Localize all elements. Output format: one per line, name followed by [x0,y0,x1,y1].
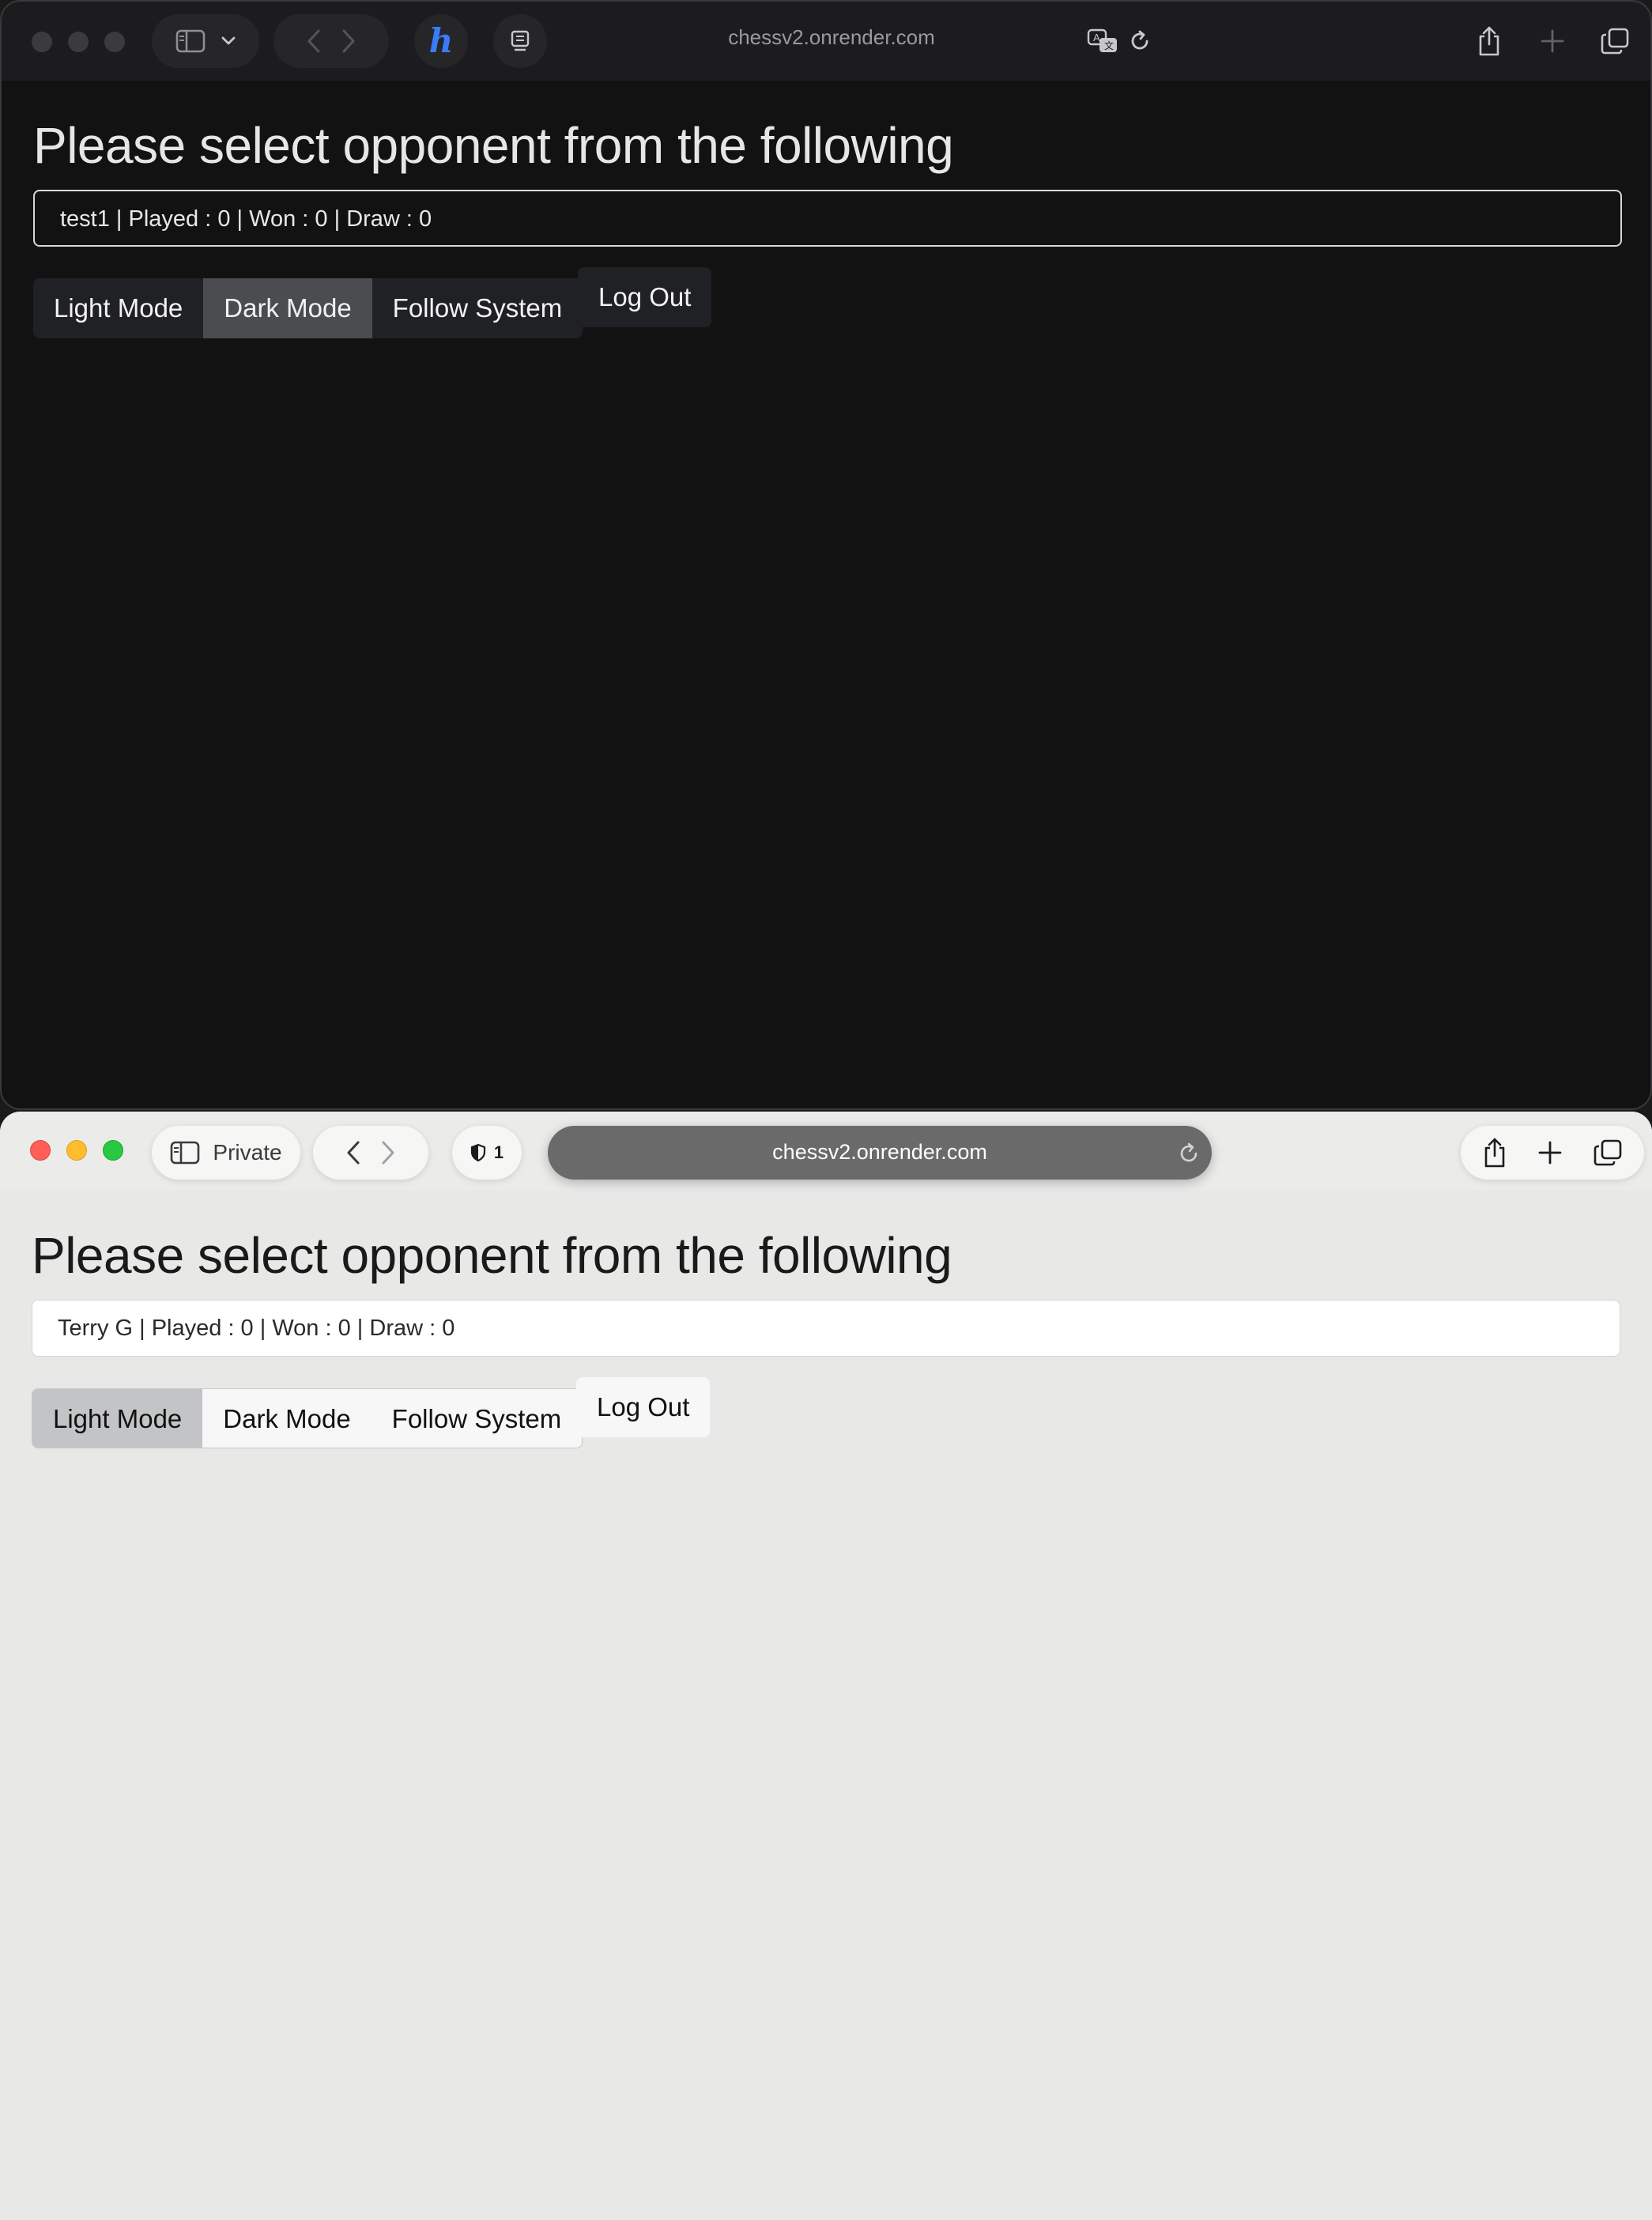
light-mode-button[interactable]: Light Mode [32,1389,203,1448]
tab-overview-button[interactable] [1598,25,1631,57]
opponent-option[interactable]: test1 | Played : 0 | Won : 0 | Draw : 0 [33,190,1622,247]
reload-icon [1128,29,1152,53]
close-window-button[interactable] [32,32,52,52]
svg-text:文: 文 [1104,40,1114,51]
theme-mode-selector: Light Mode Dark Mode Follow System [33,278,583,338]
reader-button[interactable] [493,14,547,68]
sidebar-toggle-button[interactable] [152,14,259,68]
svg-text:A: A [1093,32,1100,43]
plus-icon[interactable] [1537,1140,1563,1165]
reader-icon [510,29,530,53]
chevron-right-icon[interactable] [341,28,356,54]
opponent-option[interactable]: Terry G | Played : 0 | Won : 0 | Draw : … [32,1300,1620,1357]
sidebar-toggle-button[interactable]: Private [152,1126,300,1180]
navigation-buttons [313,1126,428,1180]
minimize-window-button[interactable] [66,1140,87,1161]
log-out-button[interactable]: Log Out [576,1377,711,1437]
close-window-button[interactable] [30,1140,51,1161]
share-icon[interactable] [1482,1137,1507,1169]
tracker-count: 1 [493,1142,504,1162]
light-mode-button[interactable]: Light Mode [33,278,203,338]
minimize-window-button[interactable] [68,32,89,52]
sidebar-icon [175,29,206,53]
reload-button[interactable] [1126,27,1154,55]
zoom-window-button[interactable] [104,32,125,52]
shield-icon [470,1143,486,1162]
extension-logo-icon: h [428,21,454,60]
sidebar-icon [170,1141,200,1165]
chevron-right-icon[interactable] [381,1140,395,1165]
share-button[interactable] [1473,22,1505,60]
dark-mode-button[interactable]: Dark Mode [202,1389,371,1448]
plus-icon [1540,28,1565,54]
chevron-left-icon[interactable] [307,28,321,54]
translate-icon: A文 [1087,28,1118,55]
share-icon [1477,25,1502,57]
dark-mode-button[interactable]: Dark Mode [203,278,372,338]
toolbar-actions [1461,1126,1644,1180]
page-title: Please select opponent from the followin… [32,1227,952,1284]
translate-button[interactable]: A文 [1086,27,1119,55]
private-label: Private [213,1140,282,1165]
tab-overview-icon [1600,27,1630,55]
tab-overview-icon[interactable] [1593,1138,1623,1167]
address-bar-url: chessv2.onrender.com [772,1140,987,1164]
navigation-buttons [273,14,389,68]
follow-system-button[interactable]: Follow System [372,278,583,338]
browser-window-light: Private 1 chessv2.onrender.com Please se… [0,1112,1652,2220]
chevron-left-icon[interactable] [346,1140,360,1165]
controls-row: Light Mode Dark Mode Follow System Log O… [33,267,1624,338]
page-title: Please select opponent from the followin… [33,117,954,174]
zoom-window-button[interactable] [103,1140,123,1161]
page-content: Please select opponent from the followin… [32,1222,1622,1448]
controls-row: Light Mode Dark Mode Follow System Log O… [32,1377,1622,1448]
follow-system-button[interactable]: Follow System [372,1389,583,1448]
browser-toolbar: Private 1 chessv2.onrender.com [0,1112,1652,1191]
theme-mode-selector: Light Mode Dark Mode Follow System [32,1388,583,1448]
new-tab-button[interactable] [1537,25,1568,57]
reload-icon[interactable] [1177,1142,1201,1169]
privacy-report-button[interactable]: 1 [452,1126,522,1180]
chevron-down-icon [221,36,236,46]
address-bar[interactable]: chessv2.onrender.com [666,25,998,50]
page-content: Please select opponent from the followin… [33,112,1624,338]
browser-toolbar: h chessv2.onrender.com A文 [2,2,1650,81]
log-out-button[interactable]: Log Out [578,267,712,327]
extension-button[interactable]: h [414,14,468,68]
browser-window-dark: h chessv2.onrender.com A文 Please select … [0,0,1652,1110]
address-bar[interactable]: chessv2.onrender.com [548,1126,1212,1180]
